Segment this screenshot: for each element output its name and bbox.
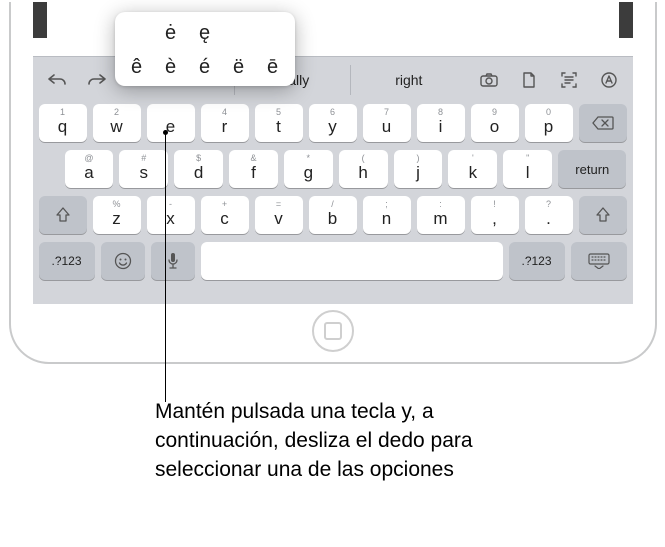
key-h[interactable]: (h <box>339 150 388 188</box>
backspace-key[interactable] <box>579 104 627 142</box>
camera-icon[interactable] <box>471 65 507 95</box>
accent-option[interactable]: è <box>155 52 187 82</box>
key-m[interactable]: :m <box>417 196 465 234</box>
markup-icon[interactable] <box>591 65 627 95</box>
shift-icon <box>55 207 71 223</box>
scan-text-icon[interactable] <box>551 65 587 95</box>
key-period[interactable]: ?. <box>525 196 573 234</box>
numbers-key-right[interactable]: .?123 <box>509 242 565 280</box>
redo-icon[interactable] <box>79 65 115 95</box>
key-s[interactable]: #s <box>119 150 168 188</box>
key-row-3: %z -x +c =v /b ;n :m !, ?. <box>39 196 627 234</box>
keyboard-hide-icon <box>588 253 610 269</box>
home-button[interactable] <box>312 310 354 352</box>
key-n[interactable]: ;n <box>363 196 411 234</box>
spacebar[interactable] <box>201 242 503 280</box>
key-v[interactable]: =v <box>255 196 303 234</box>
shift-key-right[interactable] <box>579 196 627 234</box>
key-z[interactable]: %z <box>93 196 141 234</box>
key-row-4: .?123 .?123 <box>39 242 627 280</box>
key-row-2: @a #s $d &f *g (h )j 'k "l return <box>39 150 627 188</box>
key-e[interactable]: 3e <box>147 104 195 142</box>
undo-icon[interactable] <box>39 65 75 95</box>
accent-option[interactable]: é <box>189 52 221 82</box>
key-a[interactable]: @a <box>65 150 114 188</box>
key-y[interactable]: 6y <box>309 104 357 142</box>
key-r[interactable]: 4r <box>201 104 249 142</box>
shift-key-left[interactable] <box>39 196 87 234</box>
mic-icon <box>166 252 180 270</box>
accent-option[interactable]: ë <box>223 52 255 82</box>
key-k[interactable]: 'k <box>448 150 497 188</box>
emoji-icon <box>114 252 132 270</box>
document-icon[interactable] <box>511 65 547 95</box>
shift-icon <box>595 207 611 223</box>
onscreen-keyboard: really right 1q 2w 3e 4r 5t 6y 7u <box>33 56 633 304</box>
key-g[interactable]: *g <box>284 150 333 188</box>
numbers-key-left[interactable]: .?123 <box>39 242 95 280</box>
key-w[interactable]: 2w <box>93 104 141 142</box>
ipad-device-frame: ė ę ê è é ë ē really right <box>9 2 657 364</box>
key-b[interactable]: /b <box>309 196 357 234</box>
return-key[interactable]: return <box>558 150 626 188</box>
emoji-key[interactable] <box>101 242 145 280</box>
key-j[interactable]: )j <box>394 150 443 188</box>
hide-keyboard-key[interactable] <box>571 242 627 280</box>
backspace-icon <box>592 116 614 130</box>
key-i[interactable]: 8i <box>417 104 465 142</box>
key-q[interactable]: 1q <box>39 104 87 142</box>
key-l[interactable]: "l <box>503 150 552 188</box>
key-t[interactable]: 5t <box>255 104 303 142</box>
key-p[interactable]: 0p <box>525 104 573 142</box>
key-u[interactable]: 7u <box>363 104 411 142</box>
key-f[interactable]: &f <box>229 150 278 188</box>
dictation-key[interactable] <box>151 242 195 280</box>
accent-popup: ė ę ê è é ë ē <box>115 12 295 86</box>
help-caption: Mantén pulsada una tecla y, a continuaci… <box>155 398 485 485</box>
key-comma[interactable]: !, <box>471 196 519 234</box>
accent-option[interactable]: ê <box>121 52 153 82</box>
key-x[interactable]: -x <box>147 196 195 234</box>
accent-option[interactable]: ė <box>155 18 187 48</box>
key-d[interactable]: $d <box>174 150 223 188</box>
accent-option[interactable]: ę <box>189 18 221 48</box>
key-c[interactable]: +c <box>201 196 249 234</box>
key-o[interactable]: 9o <box>471 104 519 142</box>
prediction-slot[interactable]: right <box>350 65 466 95</box>
key-row-1: 1q 2w 3e 4r 5t 6y 7u 8i 9o 0p <box>39 104 627 142</box>
accent-option[interactable]: ē <box>257 52 289 82</box>
